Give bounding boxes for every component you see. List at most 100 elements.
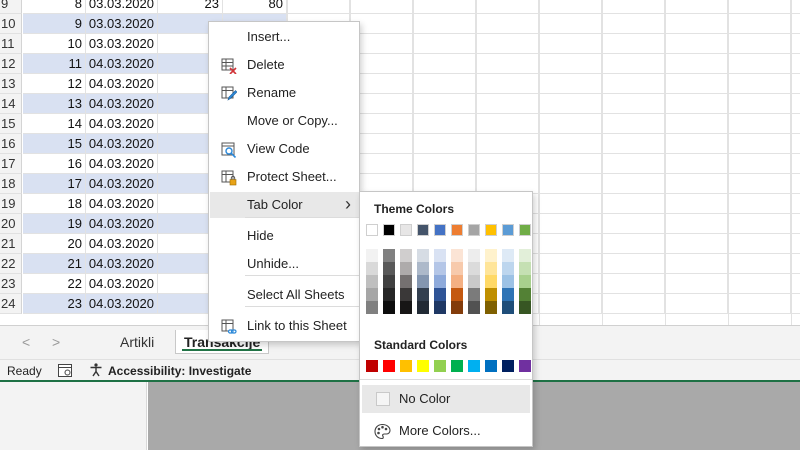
theme-shade-swatch[interactable] xyxy=(434,301,446,314)
empty-cell[interactable] xyxy=(413,0,476,14)
empty-cell[interactable] xyxy=(602,0,665,14)
empty-cell[interactable] xyxy=(791,74,800,94)
empty-cell[interactable] xyxy=(476,94,539,114)
empty-cell[interactable] xyxy=(539,74,602,94)
accessibility-status[interactable]: Accessibility: Investigate xyxy=(108,361,251,381)
table-cell[interactable]: 04.03.2020 xyxy=(86,214,158,234)
table-cell[interactable]: 23 xyxy=(158,0,223,14)
table-cell[interactable]: 12 xyxy=(23,74,86,94)
empty-cell[interactable] xyxy=(602,254,665,274)
empty-cell[interactable] xyxy=(476,134,539,154)
row-header[interactable]: 24 xyxy=(0,294,22,314)
empty-cell[interactable] xyxy=(602,94,665,114)
empty-cell[interactable] xyxy=(665,194,728,214)
empty-cell[interactable] xyxy=(728,294,791,314)
theme-shade-swatch[interactable] xyxy=(502,262,514,275)
row-header[interactable]: 13 xyxy=(0,74,22,94)
menu-item-hide[interactable]: Hide xyxy=(210,223,359,249)
row-header[interactable]: 9 xyxy=(0,0,22,14)
table-cell[interactable]: 04.03.2020 xyxy=(86,294,158,314)
table-cell[interactable]: 04.03.2020 xyxy=(86,134,158,154)
empty-cell[interactable] xyxy=(413,154,476,174)
empty-cell[interactable] xyxy=(539,154,602,174)
menu-item-move-or-copy[interactable]: Move or Copy... xyxy=(210,108,359,134)
empty-cell[interactable] xyxy=(728,34,791,54)
theme-shade-swatch[interactable] xyxy=(383,249,395,262)
empty-cell[interactable] xyxy=(791,214,800,234)
empty-cell[interactable] xyxy=(728,234,791,254)
theme-shade-swatch[interactable] xyxy=(485,249,497,262)
empty-cell[interactable] xyxy=(539,14,602,34)
row-header[interactable]: 22 xyxy=(0,254,22,274)
theme-shade-swatch[interactable] xyxy=(400,249,412,262)
empty-cell[interactable] xyxy=(791,34,800,54)
theme-shade-swatch[interactable] xyxy=(434,262,446,275)
theme-shade-swatch[interactable] xyxy=(485,288,497,301)
theme-shade-swatch[interactable] xyxy=(417,262,429,275)
empty-cell[interactable] xyxy=(791,174,800,194)
table-cell[interactable]: 13 xyxy=(23,94,86,114)
theme-shade-swatch[interactable] xyxy=(366,288,378,301)
empty-cell[interactable] xyxy=(791,254,800,274)
empty-cell[interactable] xyxy=(665,154,728,174)
theme-shade-swatch[interactable] xyxy=(519,301,531,314)
theme-shade-swatch[interactable] xyxy=(366,262,378,275)
empty-cell[interactable] xyxy=(665,0,728,14)
theme-shade-swatch[interactable] xyxy=(400,301,412,314)
theme-shade-swatch[interactable] xyxy=(417,301,429,314)
row-header[interactable]: 11 xyxy=(0,34,22,54)
empty-cell[interactable] xyxy=(287,0,350,14)
standard-color-swatch[interactable] xyxy=(451,360,463,372)
empty-cell[interactable] xyxy=(791,0,800,14)
table-cell[interactable]: 04.03.2020 xyxy=(86,94,158,114)
accessibility-icon[interactable] xyxy=(89,363,103,377)
menu-item-tab-color[interactable]: Tab Color › xyxy=(210,192,359,218)
empty-cell[interactable] xyxy=(665,34,728,54)
empty-cell[interactable] xyxy=(728,254,791,274)
table-cell[interactable]: 18 xyxy=(23,194,86,214)
empty-cell[interactable] xyxy=(413,74,476,94)
empty-cell[interactable] xyxy=(539,0,602,14)
empty-cell[interactable] xyxy=(476,154,539,174)
table-cell[interactable]: 04.03.2020 xyxy=(86,234,158,254)
empty-cell[interactable] xyxy=(791,234,800,254)
empty-cell[interactable] xyxy=(539,174,602,194)
empty-cell[interactable] xyxy=(476,0,539,14)
row-header[interactable]: 14 xyxy=(0,94,22,114)
empty-cell[interactable] xyxy=(665,94,728,114)
theme-shade-swatch[interactable] xyxy=(468,301,480,314)
menu-item-link-to-this-sheet[interactable]: Link to this Sheet xyxy=(210,313,359,339)
theme-shade-swatch[interactable] xyxy=(434,275,446,288)
empty-cell[interactable] xyxy=(728,274,791,294)
row-header[interactable]: 17 xyxy=(0,154,22,174)
empty-cell[interactable] xyxy=(665,254,728,274)
theme-color-swatch[interactable] xyxy=(366,224,378,236)
empty-cell[interactable] xyxy=(728,154,791,174)
empty-cell[interactable] xyxy=(539,274,602,294)
empty-cell[interactable] xyxy=(665,74,728,94)
empty-cell[interactable] xyxy=(413,114,476,134)
empty-cell[interactable] xyxy=(791,54,800,74)
more-colors-button[interactable]: More Colors... xyxy=(362,417,530,445)
menu-item-rename[interactable]: Rename xyxy=(210,80,359,106)
menu-item-insert[interactable]: Insert... xyxy=(210,24,359,50)
empty-cell[interactable] xyxy=(350,0,413,14)
empty-cell[interactable] xyxy=(791,194,800,214)
empty-cell[interactable] xyxy=(476,34,539,54)
standard-color-swatch[interactable] xyxy=(400,360,412,372)
empty-cell[interactable] xyxy=(476,14,539,34)
empty-cell[interactable] xyxy=(728,94,791,114)
table-cell[interactable]: 17 xyxy=(23,174,86,194)
theme-shade-swatch[interactable] xyxy=(451,275,463,288)
theme-color-swatch[interactable] xyxy=(485,224,497,236)
theme-shade-swatch[interactable] xyxy=(417,275,429,288)
empty-cell[interactable] xyxy=(728,194,791,214)
table-cell[interactable]: 9 xyxy=(23,14,86,34)
empty-cell[interactable] xyxy=(539,294,602,314)
table-cell[interactable]: 04.03.2020 xyxy=(86,54,158,74)
empty-cell[interactable] xyxy=(602,174,665,194)
standard-color-swatch[interactable] xyxy=(468,360,480,372)
macro-record-icon[interactable] xyxy=(58,363,72,377)
theme-shade-swatch[interactable] xyxy=(366,301,378,314)
empty-cell[interactable] xyxy=(665,54,728,74)
